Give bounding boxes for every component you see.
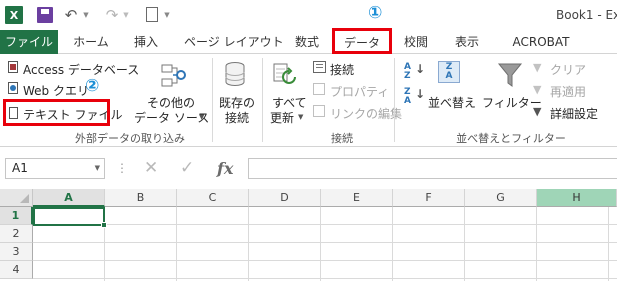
clear-filter-icon: ▼ (533, 61, 542, 74)
tab-review[interactable]: 校閲 (401, 30, 431, 54)
access-database-icon (8, 61, 18, 73)
connections-button[interactable]: 接続 (330, 61, 354, 78)
ribbon-data: Access データベース Web クエリ ② テキスト ファイル その他の デ… (0, 54, 617, 147)
group-separator (212, 58, 213, 142)
insert-function-icon[interactable]: fx (217, 158, 233, 179)
data-tab-highlight (332, 28, 392, 54)
worksheet-grid: A B C D E F G H 1 2 3 4 (0, 189, 617, 281)
row-header[interactable]: 2 (0, 225, 33, 243)
column-header[interactable]: E (321, 189, 393, 207)
group-separator (394, 58, 395, 142)
column-header[interactable]: F (393, 189, 465, 207)
sort-z-to-a-icon[interactable]: ZA ↓ (404, 88, 426, 108)
row-header[interactable]: 3 (0, 243, 33, 261)
enter-icon[interactable]: ✓ (180, 158, 194, 179)
save-icon[interactable] (37, 7, 53, 23)
tab-view[interactable]: 表示 (452, 30, 482, 54)
connections-icon (313, 61, 326, 73)
step-2-marker: ② (85, 76, 100, 96)
advanced-filter-icon: ▼ (533, 105, 542, 118)
tab-page-layout[interactable]: ページ レイアウト (184, 30, 284, 54)
excel-logo-icon: X (5, 6, 23, 24)
group-label-external: 外部データの取り込み (75, 132, 185, 145)
redo-dropdown-icon[interactable]: ▼ (122, 6, 130, 24)
tab-insert[interactable]: 挿入 (128, 30, 164, 54)
fill-handle[interactable] (101, 222, 107, 228)
document-title: Book1 - Ex (556, 8, 617, 22)
group-label-sort-filter: 並べ替えとフィルター (456, 132, 566, 145)
column-header[interactable]: B (105, 189, 177, 207)
existing-connections-icon (223, 60, 247, 90)
column-header[interactable]: C (177, 189, 249, 207)
name-box-dropdown-icon[interactable]: ▼ (95, 159, 100, 178)
tab-file[interactable]: ファイル (0, 30, 58, 54)
column-header[interactable]: A (33, 189, 105, 207)
step-1-marker: ① (368, 3, 383, 23)
reapply-button[interactable]: 再適用 (550, 83, 586, 100)
tab-formulas[interactable]: 数式 (291, 30, 323, 54)
refresh-all-dropdown-icon[interactable]: ▼ (298, 113, 303, 121)
column-header[interactable]: D (249, 189, 321, 207)
tab-acrobat[interactable]: ACROBAT (508, 30, 574, 54)
properties-button[interactable]: プロパティ (330, 83, 389, 100)
edit-links-icon (313, 105, 325, 117)
title-bar: X ↶ ▼ ↷ ▼ ▼ Book1 - Ex (0, 0, 617, 30)
sort-button[interactable]: 並べ替え (428, 94, 476, 111)
text-file-highlight (3, 99, 110, 126)
undo-icon[interactable]: ↶ (64, 6, 78, 24)
formula-bar: A1 ▼ ⋮ ✕ ✓ fx (0, 147, 617, 189)
tab-home[interactable]: ホーム (72, 30, 110, 54)
customize-qat-icon[interactable]: ▼ (163, 6, 171, 24)
web-query-icon (8, 82, 18, 94)
row-header[interactable]: 1 (0, 207, 33, 225)
column-header[interactable]: G (465, 189, 537, 207)
clear-button[interactable]: クリア (550, 61, 586, 78)
refresh-all-label-2[interactable]: 更新 (270, 109, 294, 126)
refresh-all-icon (272, 61, 298, 89)
reapply-icon: ▼ (533, 83, 542, 96)
existing-connections-label-2[interactable]: 接続 (225, 109, 249, 126)
edit-links-button[interactable]: リンクの編集 (330, 105, 402, 122)
ribbon-tabs: ファイル ホーム 挿入 ページ レイアウト 数式 データ 校閲 表示 ACROB… (0, 30, 617, 55)
select-all-corner[interactable] (0, 189, 33, 207)
sort-a-to-z-icon[interactable]: AZ ↓ (404, 63, 426, 83)
group-separator (262, 58, 263, 142)
from-web-button[interactable]: Web クエリ (23, 82, 89, 99)
redo-icon[interactable]: ↷ (105, 6, 119, 24)
group-label-connections: 接続 (331, 132, 353, 145)
formula-bar-splitter[interactable]: ⋮ (116, 161, 128, 175)
other-sources-label-2[interactable]: データ ソース (134, 109, 209, 126)
row-header[interactable]: 4 (0, 261, 33, 279)
advanced-button[interactable]: 詳細設定 (550, 105, 598, 122)
new-document-icon[interactable] (146, 7, 158, 22)
name-box[interactable]: A1 ▼ (5, 158, 105, 179)
from-access-button[interactable]: Access データベース (23, 61, 139, 78)
filter-icon (496, 61, 524, 89)
active-cell[interactable] (33, 207, 105, 226)
properties-icon (313, 83, 325, 95)
formula-input[interactable] (248, 158, 617, 179)
other-sources-icon (159, 62, 187, 90)
cancel-icon[interactable]: ✕ (144, 158, 158, 179)
sort-button-icon[interactable]: ZA (438, 61, 460, 83)
cell-area[interactable] (33, 207, 617, 281)
undo-dropdown-icon[interactable]: ▼ (82, 6, 90, 24)
other-sources-dropdown-icon[interactable]: ▼ (199, 113, 204, 121)
column-header[interactable]: H (537, 189, 617, 207)
